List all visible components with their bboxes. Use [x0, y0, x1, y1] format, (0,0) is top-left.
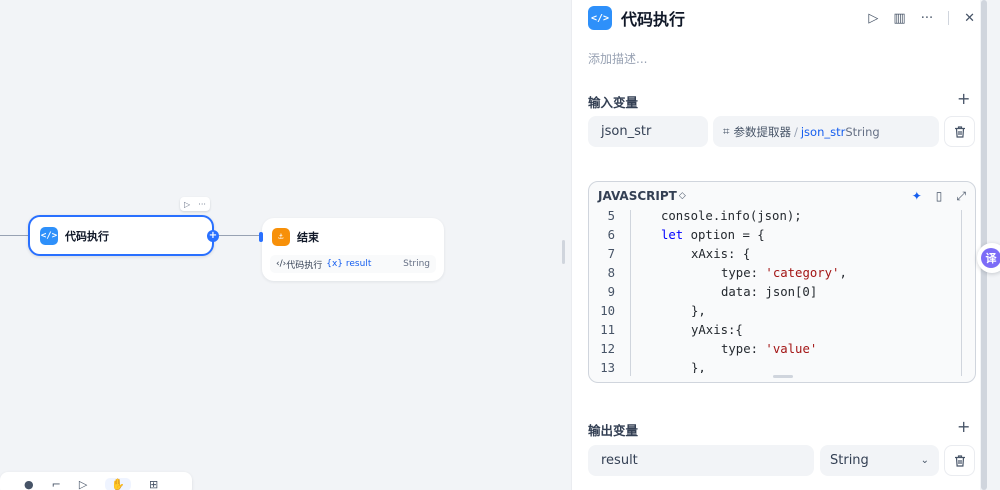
code-text: let option = {	[661, 228, 765, 242]
edge-code-to-end	[214, 235, 262, 236]
hand-icon[interactable]: ✋	[105, 477, 131, 490]
output-type-select[interactable]: String ⌄	[820, 445, 939, 476]
translate-button[interactable]: 译	[977, 243, 1000, 273]
help-book-icon[interactable]: ▥	[893, 11, 905, 26]
line-number: 11	[600, 323, 615, 337]
output-section-title: 输出变量	[588, 423, 639, 438]
code-line[interactable]: 7 xAxis: {	[589, 245, 975, 264]
code-text: yAxis:{	[691, 323, 743, 337]
workflow-canvas[interactable]: ▷ ··· </> 代码执行 + ⚓ 结束 ‹/› 代码执行 {x} resul…	[0, 0, 571, 490]
code-line[interactable]: 8 type: 'category',	[589, 264, 975, 283]
trash-icon	[954, 125, 965, 138]
code-line[interactable]: 5 console.info(json);	[589, 207, 975, 226]
code-line[interactable]: 12 type: 'value'	[589, 340, 975, 359]
line-number: 7	[607, 247, 615, 261]
code-lines[interactable]: 5 console.info(json); 6 let option = { 7 xAxi…	[589, 207, 975, 373]
code-line[interactable]: 9 data: json[0]	[589, 283, 975, 302]
line-number: 9	[607, 285, 615, 299]
copy-icon[interactable]: ▯	[936, 189, 943, 203]
expand-icon[interactable]: ⤢	[956, 189, 966, 204]
layout-icon[interactable]: ⊞	[149, 478, 158, 490]
input-var-name-field[interactable]: json_str	[588, 116, 708, 147]
run-node-icon[interactable]: ▷	[184, 200, 190, 209]
add-next-node-handle[interactable]: +	[207, 230, 219, 242]
chevron-down-icon: ⌄	[920, 455, 929, 466]
pointer-icon[interactable]: ▷	[79, 478, 87, 490]
panel-header: </> 代码执行 ▷ ▥ ··· ✕	[588, 5, 975, 31]
code-text: type: 'value'	[721, 342, 818, 356]
line-number: 13	[600, 361, 615, 373]
editor-header: JAVASCRIPT ◇ ✦ ▯ ⤢	[589, 182, 975, 210]
input-var-name: json_str	[601, 124, 652, 139]
output-var-name: result	[601, 453, 638, 468]
close-icon[interactable]: ✕	[964, 11, 975, 26]
info-icon[interactable]: ●	[24, 478, 34, 490]
edge-in	[0, 235, 28, 236]
param-extractor-icon: ⌗	[723, 124, 730, 138]
description-input[interactable]: 添加描述...	[588, 50, 647, 67]
end-node-output-row: ‹/› 代码执行 {x} result String	[270, 255, 436, 273]
line-number: 6	[607, 228, 615, 242]
editor-resize-handle[interactable]	[773, 375, 793, 378]
panel-title[interactable]: 代码执行	[621, 6, 685, 30]
input-var-ref-selector[interactable]: ⌗ 参数提取器 / json_str String	[713, 116, 939, 147]
translate-icon: 译	[981, 248, 1000, 268]
output-type-value: String	[830, 453, 869, 468]
code-text: data: json[0]	[721, 285, 818, 299]
line-number: 10	[600, 304, 615, 318]
code-line[interactable]: 10},	[589, 302, 975, 321]
code-node-title: 代码执行	[65, 229, 109, 243]
input-section-title: 输入变量	[588, 95, 639, 110]
var-ref-pill: ⌗ 参数提取器 / json_str String	[723, 124, 880, 140]
code-text: },	[691, 361, 706, 373]
code-text: type: 'category',	[721, 266, 847, 280]
end-node-title: 结束	[297, 230, 319, 244]
code-node[interactable]: </> 代码执行 +	[28, 215, 219, 256]
code-line[interactable]: 6 let option = {	[589, 226, 975, 245]
divider	[948, 11, 950, 25]
line-number: 12	[600, 342, 615, 356]
ai-sparkle-icon[interactable]: ✦	[912, 189, 922, 203]
end-node-input-handle	[259, 232, 263, 242]
chevron-updown-icon[interactable]: ◇	[679, 191, 686, 201]
code-text: xAxis: {	[691, 247, 751, 261]
trash-icon	[954, 454, 965, 467]
delete-input-button[interactable]	[944, 116, 975, 147]
code-text: },	[691, 304, 706, 318]
ref-separator: /	[793, 124, 798, 139]
canvas-toolbar: ● ⌐ ▷ ✋ ⊞	[0, 472, 192, 490]
code-line[interactable]: 11 yAxis:{	[589, 321, 975, 340]
comment-icon[interactable]: ⌐	[52, 478, 61, 490]
node-mini-toolbar: ▷ ···	[180, 197, 210, 211]
more-icon[interactable]: ···	[198, 200, 206, 209]
ref-var-type: String	[845, 124, 880, 139]
ref-node-name: 参数提取器	[733, 124, 791, 139]
end-row-source: 代码执行	[286, 260, 323, 271]
add-input-icon[interactable]: +	[957, 89, 970, 108]
end-row-type: String	[403, 259, 430, 269]
code-icon: </>	[588, 6, 612, 30]
code-text: console.info(json);	[661, 209, 802, 223]
line-number: 5	[607, 209, 615, 223]
node-config-panel: </> 代码执行 ▷ ▥ ··· ✕ 添加描述... 输入变量 + json_s…	[571, 0, 980, 490]
code-icon: </>	[40, 226, 58, 245]
code-icon: ‹/›	[276, 259, 287, 269]
code-editor[interactable]: JAVASCRIPT ◇ ✦ ▯ ⤢ 5 console.info(json); 6…	[588, 181, 976, 383]
output-var-name-field[interactable]: result	[588, 445, 814, 476]
language-selector[interactable]: JAVASCRIPT	[598, 189, 677, 203]
panel-resize-handle[interactable]	[562, 240, 565, 264]
line-number: 8	[607, 266, 615, 280]
code-line[interactable]: 13},	[589, 359, 975, 373]
flag-icon: ⚓	[272, 227, 290, 246]
run-icon[interactable]: ▷	[868, 11, 878, 26]
add-output-icon[interactable]: +	[957, 417, 970, 436]
end-row-variable: {x} result	[326, 259, 372, 269]
delete-output-button[interactable]	[944, 445, 975, 476]
end-node[interactable]: ⚓ 结束 ‹/› 代码执行 {x} result String	[259, 218, 444, 281]
more-icon[interactable]: ···	[921, 11, 933, 26]
ref-var-name: json_str	[800, 124, 846, 139]
